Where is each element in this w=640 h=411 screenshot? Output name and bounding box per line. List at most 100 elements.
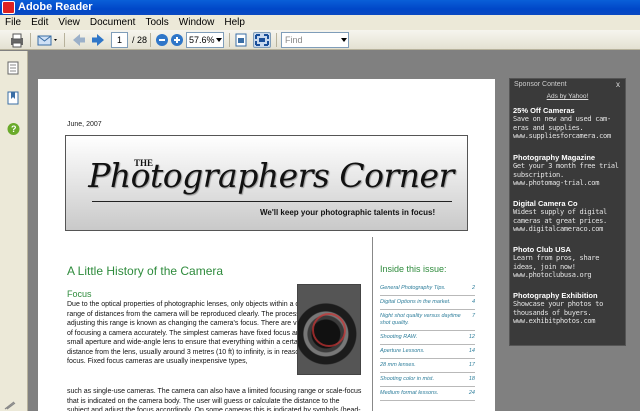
pdf-page: June, 2007 THE Photographers Corner We'l… xyxy=(38,79,495,411)
table-of-contents: General Photography Tips. 2 Digital Optio… xyxy=(380,285,475,404)
next-page-button[interactable] xyxy=(89,32,107,48)
menu-tools[interactable]: Tools xyxy=(140,15,173,30)
toc-label: Shooting RAW. xyxy=(380,334,418,340)
toc-label: 28 mm lenses. xyxy=(380,362,416,368)
ad-url: www.photoclubusa.org xyxy=(513,271,592,279)
toc-item[interactable]: Aperture Lessons. 14 xyxy=(380,348,475,359)
article-paragraph: such as single-use cameras. The camera c… xyxy=(67,388,362,411)
menu-edit[interactable]: Edit xyxy=(26,15,53,30)
zoom-level-value: 57.6% xyxy=(189,35,215,45)
lens-ring xyxy=(312,313,346,347)
toolbar-separator xyxy=(30,33,31,47)
toc-item[interactable]: Digital Options in the market. 4 xyxy=(380,299,475,310)
toc-page: 7 xyxy=(471,313,475,319)
ad-text: Get your 3 month free trial subscription… xyxy=(513,162,619,179)
toc-item[interactable]: Shooting color in mist. 18 xyxy=(380,376,475,387)
svg-text:?: ? xyxy=(11,124,17,134)
full-screen-button[interactable] xyxy=(253,32,271,48)
toc-page: 4 xyxy=(471,299,475,305)
toolbar-separator xyxy=(276,33,277,47)
sponsor-close-button[interactable]: x xyxy=(616,80,620,89)
sponsor-panel: Sponsor Content x Ads by Yahoo! 25% Off … xyxy=(509,78,626,346)
ad-item[interactable]: Photography Exhibition Showcase your pho… xyxy=(513,291,623,326)
sponsor-header: Sponsor Content xyxy=(514,81,567,88)
ad-item[interactable]: Digital Camera Co Widest supply of digit… xyxy=(513,199,623,234)
bookmarks-icon[interactable] xyxy=(7,91,20,105)
navigation-pane: ? xyxy=(0,51,28,411)
toc-item[interactable]: Medium format lessons. 24 xyxy=(380,390,475,401)
ad-text: Learn from pros, share ideas, join now! xyxy=(513,254,600,271)
ad-title: Photography Exhibition xyxy=(513,291,598,300)
ad-url: www.exhibitphotos.com xyxy=(513,317,596,325)
ad-url: www.suppliesforcamera.com xyxy=(513,132,611,140)
toc-page: 24 xyxy=(468,390,475,396)
ad-text: Save on new and used cam-eras and suppli… xyxy=(513,115,611,132)
ad-title: Photography Magazine xyxy=(513,153,596,162)
ad-title: 25% Off Cameras xyxy=(513,106,575,115)
ad-url: www.digitalcameraco.com xyxy=(513,225,604,233)
article-paragraph: Due to the optical properties of photogr… xyxy=(67,301,334,365)
chevron-down-icon xyxy=(216,38,222,42)
ad-item[interactable]: Photo Club USA Learn from pros, share id… xyxy=(513,245,623,280)
camera-lens-photo xyxy=(297,284,361,375)
toc-page: 2 xyxy=(471,285,475,291)
section-title: Focus xyxy=(67,289,92,299)
toc-page: 17 xyxy=(468,362,475,368)
ad-text: Widest supply of digital cameras at grea… xyxy=(513,208,607,225)
column-divider xyxy=(372,237,373,411)
toc-label: General Photography Tips. xyxy=(380,285,446,291)
toolbar: 1 / 28 57.6% Find xyxy=(0,30,640,50)
email-button[interactable] xyxy=(36,32,60,48)
arrow-right-icon xyxy=(92,34,104,46)
ad-title: Photo Club USA xyxy=(513,245,571,254)
toc-item[interactable]: Night shot quality versus daytime shot q… xyxy=(380,313,475,331)
menu-bar: File Edit View Document Tools Window Help xyxy=(0,15,640,30)
menu-help[interactable]: Help xyxy=(219,15,250,30)
masthead-banner: THE Photographers Corner We'll keep your… xyxy=(65,135,468,231)
toc-item[interactable]: General Photography Tips. 2 xyxy=(380,285,475,296)
adobe-reader-icon xyxy=(2,1,15,14)
toolbar-separator xyxy=(229,33,230,47)
page-number-input[interactable]: 1 xyxy=(111,32,128,48)
help-icon[interactable]: ? xyxy=(7,122,20,136)
zoom-level-select[interactable]: 57.6% xyxy=(186,32,224,48)
ad-text: Showcase your photos to thousands of buy… xyxy=(513,300,604,317)
page-total-label: / 28 xyxy=(132,35,148,45)
masthead-title: Photographers Corner xyxy=(88,156,454,195)
menu-file[interactable]: File xyxy=(0,15,26,30)
toc-item[interactable]: Shooting RAW. 12 xyxy=(380,334,475,345)
toolbar-separator xyxy=(150,33,151,47)
toc-label: Digital Options in the market. xyxy=(380,299,451,305)
zoom-in-icon xyxy=(171,34,183,46)
menu-view[interactable]: View xyxy=(53,15,85,30)
zoom-in-button[interactable] xyxy=(168,32,186,48)
toc-page: 14 xyxy=(468,348,475,354)
article-title: A Little History of the Camera xyxy=(67,264,224,278)
ads-by-yahoo-link[interactable]: Ads by Yahoo! xyxy=(510,93,625,100)
toc-page: 18 xyxy=(468,376,475,382)
full-screen-icon xyxy=(255,34,269,46)
ad-item[interactable]: 25% Off Cameras Save on new and used cam… xyxy=(513,106,623,141)
chevron-down-icon xyxy=(341,38,347,42)
toc-label: Shooting color in mist. xyxy=(380,376,435,382)
toc-page: 12 xyxy=(468,334,475,340)
menu-window[interactable]: Window xyxy=(174,15,220,30)
masthead-rule xyxy=(92,201,452,202)
menu-document[interactable]: Document xyxy=(85,15,141,30)
print-button[interactable] xyxy=(8,32,26,48)
pages-icon[interactable] xyxy=(7,61,20,75)
inside-issue-title: Inside this issue: xyxy=(380,264,447,274)
fit-page-button[interactable] xyxy=(232,32,250,48)
email-icon xyxy=(37,35,57,46)
previous-page-button[interactable] xyxy=(70,32,88,48)
printer-icon xyxy=(11,33,23,48)
ad-url: www.photomag-trial.com xyxy=(513,179,600,187)
masthead-tagline: We'll keep your photographic talents in … xyxy=(260,208,436,217)
ad-item[interactable]: Photography Magazine Get your 3 month fr… xyxy=(513,153,623,188)
paperclip-icon[interactable] xyxy=(3,400,17,410)
toc-label: Aperture Lessons. xyxy=(380,348,425,354)
fit-page-icon xyxy=(235,33,247,47)
toc-item[interactable]: 28 mm lenses. 17 xyxy=(380,362,475,373)
toolbar-separator xyxy=(64,33,65,47)
find-input[interactable]: Find xyxy=(281,32,349,48)
